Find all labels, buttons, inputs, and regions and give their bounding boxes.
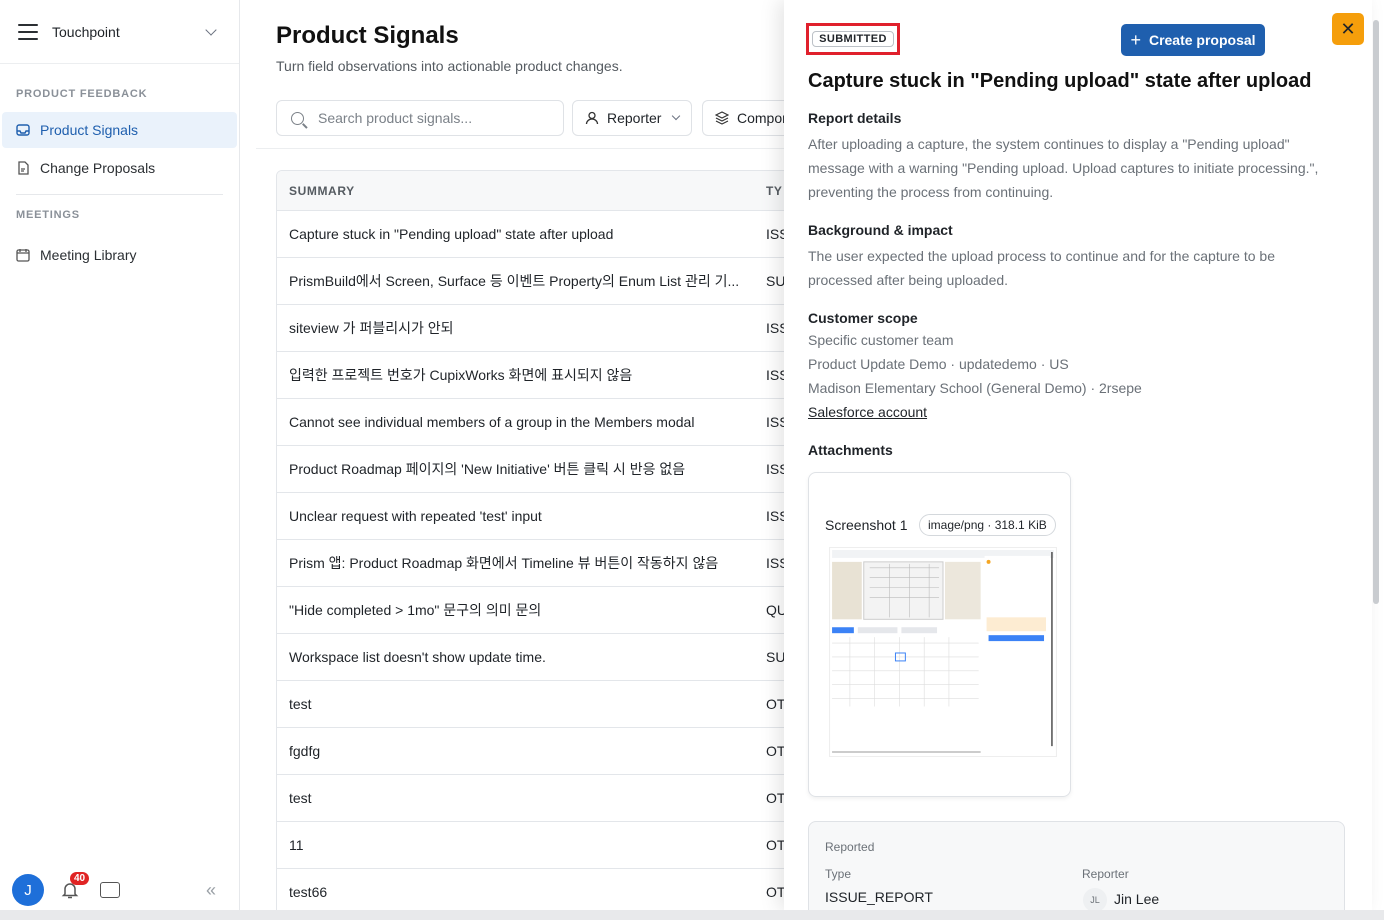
close-button[interactable]: ✕ [1332,13,1364,45]
row-summary: siteview 가 퍼블리시가 안되 [289,320,454,336]
row-summary: 입력한 프로젝트 번호가 CupixWorks 화면에 표시되지 않음 [289,367,633,383]
row-summary: test [289,696,312,712]
reported-heading: Reported [825,840,875,854]
attachment-meta: image/png · 318.1 KiB [919,514,1056,536]
page-title: Product Signals [276,22,459,49]
sidebar-item-meeting-library[interactable]: Meeting Library [2,237,237,273]
sidebar-footer: J 40 « [0,870,240,910]
column-summary[interactable]: SUMMARY [289,184,766,198]
row-summary: Prism 앱: Product Roadmap 화면에서 Timeline 뷰… [289,555,719,571]
row-summary: Unclear request with repeated 'test' inp… [289,508,542,524]
attachments-section: Attachments [808,442,1338,464]
reported-card: Reported Type ISSUE_REPORT Reporter JL J… [808,821,1345,910]
signal-title: Capture stuck in "Pending upload" state … [808,70,1312,92]
document-icon [18,161,29,175]
close-icon: ✕ [1340,18,1356,39]
attachment-card[interactable]: Screenshot 1 image/png · 318.1 KiB [808,472,1071,797]
row-summary: 11 [289,837,304,853]
reporter-name: Jin Lee [1114,891,1160,907]
section-product-feedback: PRODUCT FEEDBACK [16,88,148,100]
row-summary: fgdfg [289,743,321,759]
report-details-section: Report details After uploading a capture… [808,110,1338,204]
background-text: The user expected the upload process to … [808,248,1275,288]
page-subtitle: Turn field observations into actionable … [276,58,623,74]
create-proposal-button[interactable]: + Create proposal [1121,24,1265,56]
avatar[interactable]: J [12,874,44,906]
background-section: Background & impact The user expected th… [808,222,1338,292]
signal-detail-panel: SUBMITTED + Create proposal ✕ Capture st… [784,0,1372,910]
row-summary: test66 [289,884,328,900]
sidebar-item-label: Change Proposals [40,160,156,176]
reporter-filter-label: Reporter [607,110,662,126]
notification-badge: 40 [70,872,90,885]
header-divider [256,148,816,149]
person-icon [585,111,599,125]
plus-icon: + [1130,29,1141,50]
background-heading: Background & impact [808,222,953,238]
workspace-switcher[interactable]: Touchpoint [0,0,239,64]
sidebar-item-label: Meeting Library [40,247,137,263]
status-badge: SUBMITTED [812,31,894,47]
scope-line: Product Update Demo · updatedemo · US [808,356,1069,372]
sidebar-item-change-proposals[interactable]: Change Proposals [2,150,237,186]
row-summary: Cannot see individual members of a group… [289,414,695,430]
layers-icon [715,111,729,125]
sidebar-divider [16,194,223,195]
attachments-heading: Attachments [808,442,893,458]
row-summary: "Hide completed > 1mo" 문구의 의미 문의 [289,602,542,618]
row-summary: test [289,790,312,806]
sidebar-item-label: Product Signals [40,122,139,138]
customer-scope-heading: Customer scope [808,310,918,326]
customer-scope-section: Customer scope Specific customer team Pr… [808,310,1338,424]
menu-icon[interactable] [18,23,38,40]
report-details-heading: Report details [808,110,902,126]
attachment-thumbnail[interactable] [829,547,1057,757]
scope-line: Madison Elementary School (General Demo)… [808,380,1142,396]
row-summary: PrismBuild에서 Screen, Surface 등 이벤트 Prope… [289,273,740,289]
collapse-sidebar-icon[interactable]: « [206,880,216,901]
attachment-name: Screenshot 1 [825,517,908,533]
salesforce-account-link[interactable]: Salesforce account [808,404,927,420]
sidebar: Touchpoint PRODUCT FEEDBACK Product Sign… [0,0,240,910]
sidebar-item-product-signals[interactable]: Product Signals [2,112,237,148]
workspace-name: Touchpoint [52,23,120,40]
notifications-button[interactable]: 40 [60,872,90,900]
scope-line: Specific customer team [808,332,954,348]
type-value: ISSUE_REPORT [825,889,933,905]
component-filter-label: Compon [737,110,790,126]
reporter-filter-button[interactable]: Reporter [572,100,693,136]
reporter-avatar: JL [1083,888,1107,910]
chevron-down-icon[interactable] [205,23,217,36]
create-proposal-label: Create proposal [1148,32,1256,48]
search-placeholder: Search product signals... [318,110,473,126]
type-label: Type [825,867,852,881]
reporter-label: Reporter [1082,867,1129,881]
window-bottom-bar [0,910,1384,920]
calendar-icon [16,249,30,262]
row-summary: Workspace list doesn't show update time. [289,649,546,665]
row-summary: Product Roadmap 페이지의 'New Initiative' 버튼… [289,461,686,477]
status-badge-highlight: SUBMITTED [806,23,900,55]
section-meetings: MEETINGS [16,209,80,221]
chevron-down-icon [672,111,681,121]
row-summary: Capture stuck in "Pending upload" state … [289,226,614,242]
inbox-icon[interactable] [100,882,120,898]
search-icon [291,111,304,125]
scrollbar[interactable] [1373,20,1379,604]
report-details-text: After uploading a capture, the system co… [808,136,1319,200]
search-input[interactable]: Search product signals... [276,100,564,136]
inbox-icon [16,124,30,136]
